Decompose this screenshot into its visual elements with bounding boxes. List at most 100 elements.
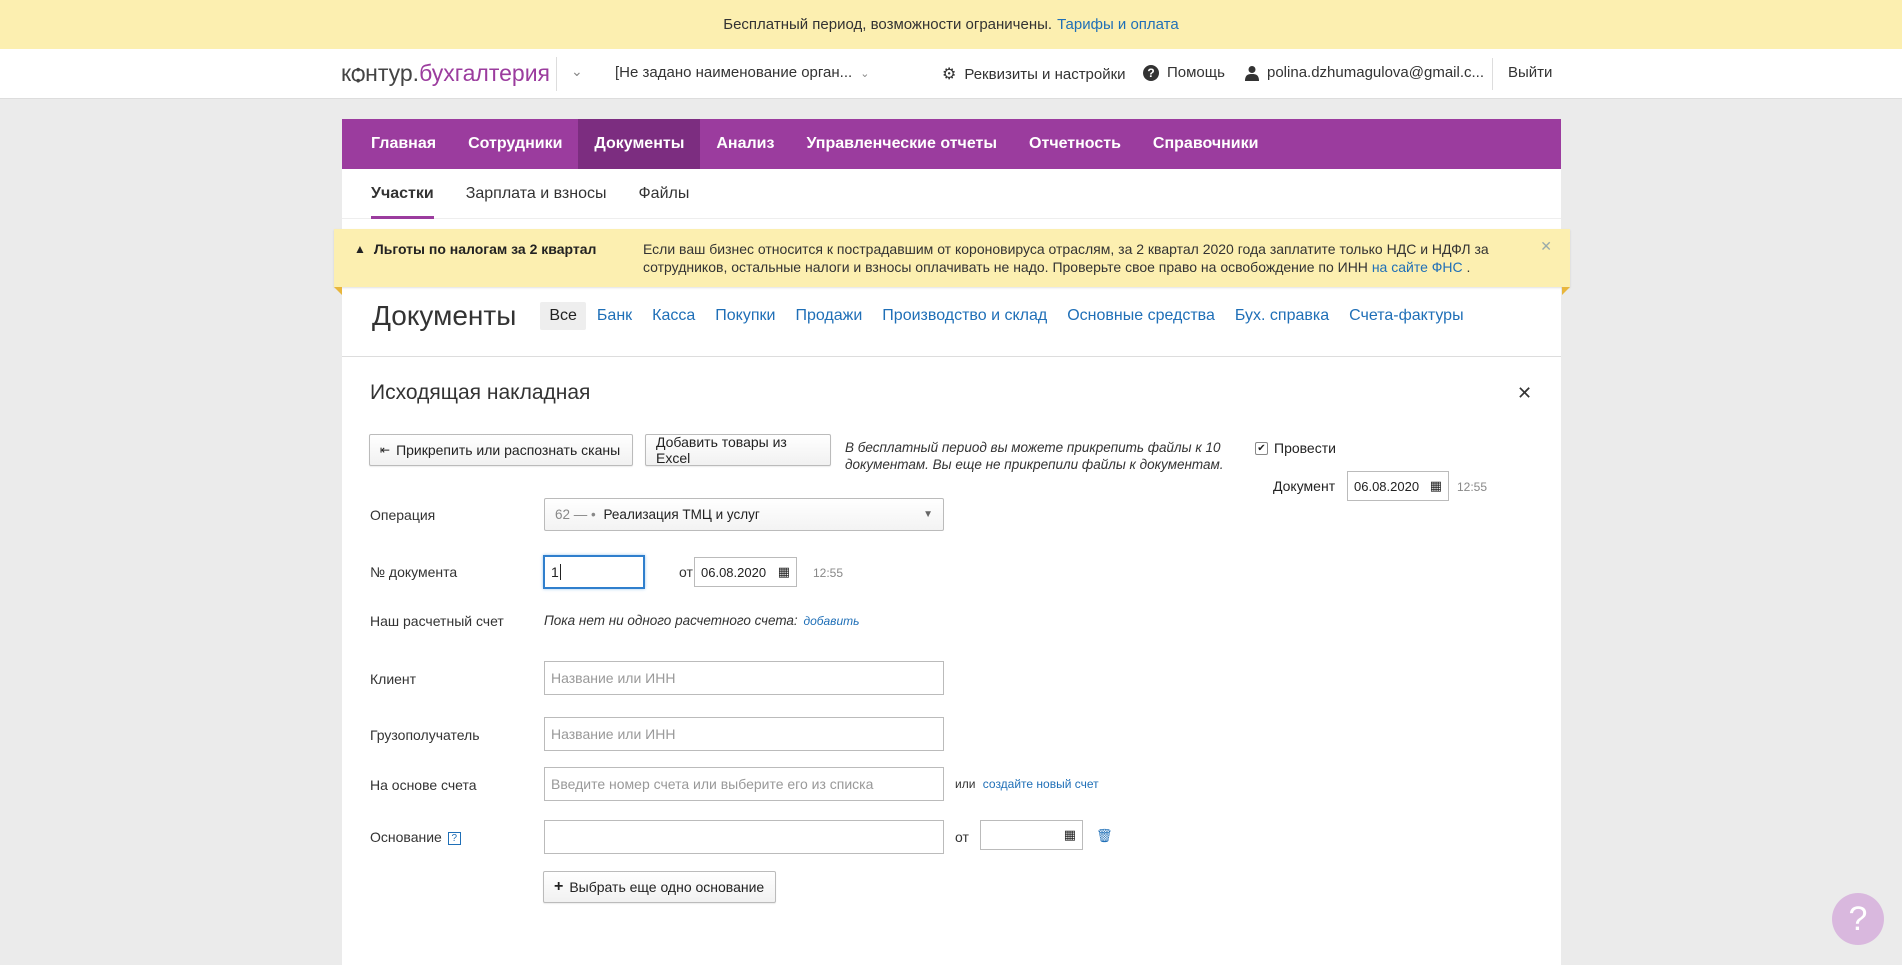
operation-select[interactable]: 62 — • Реализация ТМЦ и услуг ▼ — [544, 498, 944, 531]
add-account-link[interactable]: добавить — [803, 614, 859, 628]
subnav-item-sections[interactable]: Участки — [371, 169, 434, 219]
close-icon[interactable]: ✕ — [1540, 238, 1552, 255]
create-invoice-link[interactable]: создайте новый счет — [983, 777, 1099, 791]
nav-item-references[interactable]: Справочники — [1137, 119, 1275, 169]
tab-bank[interactable]: Банк — [597, 307, 632, 325]
bank-account-note: Пока нет ни одного расчетного счета: доб… — [544, 613, 859, 628]
consignee-placeholder: Название или ИНН — [551, 726, 676, 742]
help-link[interactable]: ? Помощь — [1143, 64, 1225, 81]
nav-item-analysis[interactable]: Анализ — [700, 119, 790, 169]
sub-nav: Участки Зарплата и взносы Файлы — [342, 169, 1561, 219]
consignee-input[interactable]: Название или ИНН — [544, 717, 944, 751]
basis-from-label: от — [955, 829, 969, 845]
tab-sales[interactable]: Продажи — [795, 307, 862, 325]
post-checkbox[interactable]: ✔ Провести — [1255, 440, 1336, 456]
client-label: Клиент — [370, 671, 417, 687]
tab-fixed-assets[interactable]: Основные средства — [1067, 307, 1215, 325]
document-number-input[interactable]: 1 — [543, 555, 645, 589]
client-placeholder: Название или ИНН — [551, 670, 676, 686]
document-number-date-input[interactable]: 06.08.2020 ▦ — [694, 557, 797, 587]
client-input[interactable]: Название или ИНН — [544, 661, 944, 695]
add-from-excel-label: Добавить товары из Excel — [656, 434, 787, 466]
document-tabs: Все Банк Касса Покупки Продажи Производс… — [540, 302, 1483, 330]
organization-selector[interactable]: [Не задано наименование орган... ⌄ — [615, 64, 869, 81]
from-label: от — [679, 564, 693, 580]
user-icon — [1245, 65, 1259, 81]
document-date-input[interactable]: 06.08.2020 ▦ — [1347, 471, 1449, 501]
documents-header: Документы Все Банк Касса Покупки Продажи… — [372, 300, 1484, 332]
alert-title-text: Льготы по налогам за 2 квартал — [373, 241, 597, 257]
tab-purchases[interactable]: Покупки — [715, 307, 775, 325]
add-basis-button[interactable]: + Выбрать еще одно основание — [543, 871, 776, 903]
invoice-basis-input[interactable]: Введите номер счета или выберите его из … — [544, 767, 944, 801]
user-menu[interactable]: polina.dzhumagulova@gmail.c... — [1245, 64, 1484, 81]
form-title: Исходящая накладная — [370, 381, 591, 404]
tab-production[interactable]: Производство и склад — [882, 307, 1047, 325]
organization-name: [Не задано наименование орган... — [615, 64, 853, 81]
logout-label: Выйти — [1508, 64, 1553, 81]
logo-accent: бухгалтерия — [419, 60, 551, 86]
attach-scans-button[interactable]: ⇤ Прикрепить или распознать сканы — [369, 434, 633, 466]
divider — [1492, 58, 1493, 90]
text-cursor — [559, 564, 561, 580]
subnav-item-files[interactable]: Файлы — [639, 169, 690, 219]
basis-label: Основание — [370, 829, 442, 845]
plus-icon: + — [554, 878, 564, 895]
chevron-down-icon[interactable]: ⌄ — [571, 63, 583, 80]
question-icon[interactable]: ? — [447, 831, 461, 845]
warning-icon: ▲ — [354, 242, 366, 256]
nav-item-documents[interactable]: Документы — [578, 119, 701, 169]
basis-input[interactable] — [544, 820, 944, 854]
top-bar: кѻнтур.бухгалтерия ⌄ [Не задано наименов… — [0, 49, 1902, 99]
add-from-excel-button[interactable]: Добавить товары из Excel — [645, 434, 831, 466]
bank-account-label: Наш расчетный счет — [370, 613, 504, 629]
nav-item-reporting[interactable]: Отчетность — [1013, 119, 1137, 169]
trial-text: Бесплатный период, возможности ограничен… — [723, 16, 1053, 33]
logo[interactable]: кѻнтур.бухгалтерия — [341, 60, 550, 87]
consignee-label: Грузополучатель — [370, 727, 480, 743]
basis-date-input[interactable]: ▦ — [980, 820, 1083, 850]
post-label: Провести — [1274, 440, 1336, 456]
attachment-hint: В бесплатный период вы можете прикрепить… — [845, 440, 1224, 472]
tab-all[interactable]: Все — [540, 302, 586, 330]
tax-benefits-alert: ▲ Льготы по налогам за 2 квартал Если ва… — [334, 229, 1570, 295]
tab-accounting-note[interactable]: Бух. справка — [1235, 307, 1329, 325]
operation-code: 62 — • — [555, 507, 596, 522]
tab-cash[interactable]: Касса — [652, 307, 695, 325]
fns-link[interactable]: на сайте ФНС — [1372, 259, 1463, 275]
calendar-icon[interactable]: ▦ — [1430, 478, 1442, 494]
calendar-icon[interactable]: ▦ — [778, 564, 790, 580]
logout-link[interactable]: Выйти — [1508, 64, 1552, 81]
document-number-time: 12:55 — [813, 566, 844, 580]
tab-invoices[interactable]: Счета-фактуры — [1349, 307, 1463, 325]
trial-banner: Бесплатный период, возможности ограничен… — [0, 0, 1902, 49]
chevron-down-icon: ⌄ — [860, 68, 870, 80]
alert-text: Если ваш бизнес относится к пострадавшим… — [643, 240, 1493, 276]
document-number-date-value: 06.08.2020 — [701, 564, 767, 580]
attach-icon: ⇤ — [380, 443, 391, 457]
settings-label: Реквизиты и настройки — [964, 65, 1126, 83]
help-label: Помощь — [1167, 64, 1225, 81]
settings-link[interactable]: ⚙ Реквизиты и настройки — [942, 64, 1126, 84]
bank-account-note-text: Пока нет ни одного расчетного счета: — [544, 613, 798, 628]
close-icon[interactable]: ✕ — [1517, 383, 1532, 404]
help-chat-button[interactable]: ? — [1832, 893, 1884, 945]
calendar-icon[interactable]: ▦ — [1064, 827, 1076, 843]
operation-value: Реализация ТМЦ и услуг — [603, 507, 760, 522]
nav-item-home[interactable]: Главная — [355, 119, 452, 169]
logo-prefix: кѻнтур. — [341, 60, 420, 86]
document-date-value: 06.08.2020 — [1354, 478, 1420, 494]
nav-item-management-reports[interactable]: Управленческие отчеты — [790, 119, 1013, 169]
tariffs-link[interactable]: Тарифы и оплата — [1057, 16, 1179, 33]
attach-scans-label: Прикрепить или распознать сканы — [396, 442, 621, 458]
caret-down-icon: ▼ — [923, 509, 933, 520]
alert-tail: . — [1462, 259, 1471, 275]
subnav-item-salary[interactable]: Зарплата и взносы — [466, 169, 607, 219]
main-nav: Главная Сотрудники Документы Анализ Упра… — [342, 119, 1561, 169]
nav-item-employees[interactable]: Сотрудники — [452, 119, 578, 169]
alert-title: ▲ Льготы по налогам за 2 квартал — [354, 241, 596, 257]
trash-icon[interactable]: 🗑 — [1096, 828, 1113, 844]
document-time: 12:55 — [1457, 480, 1488, 494]
user-email: polina.dzhumagulova@gmail.c... — [1267, 64, 1485, 81]
document-number-label: № документа — [370, 564, 458, 580]
